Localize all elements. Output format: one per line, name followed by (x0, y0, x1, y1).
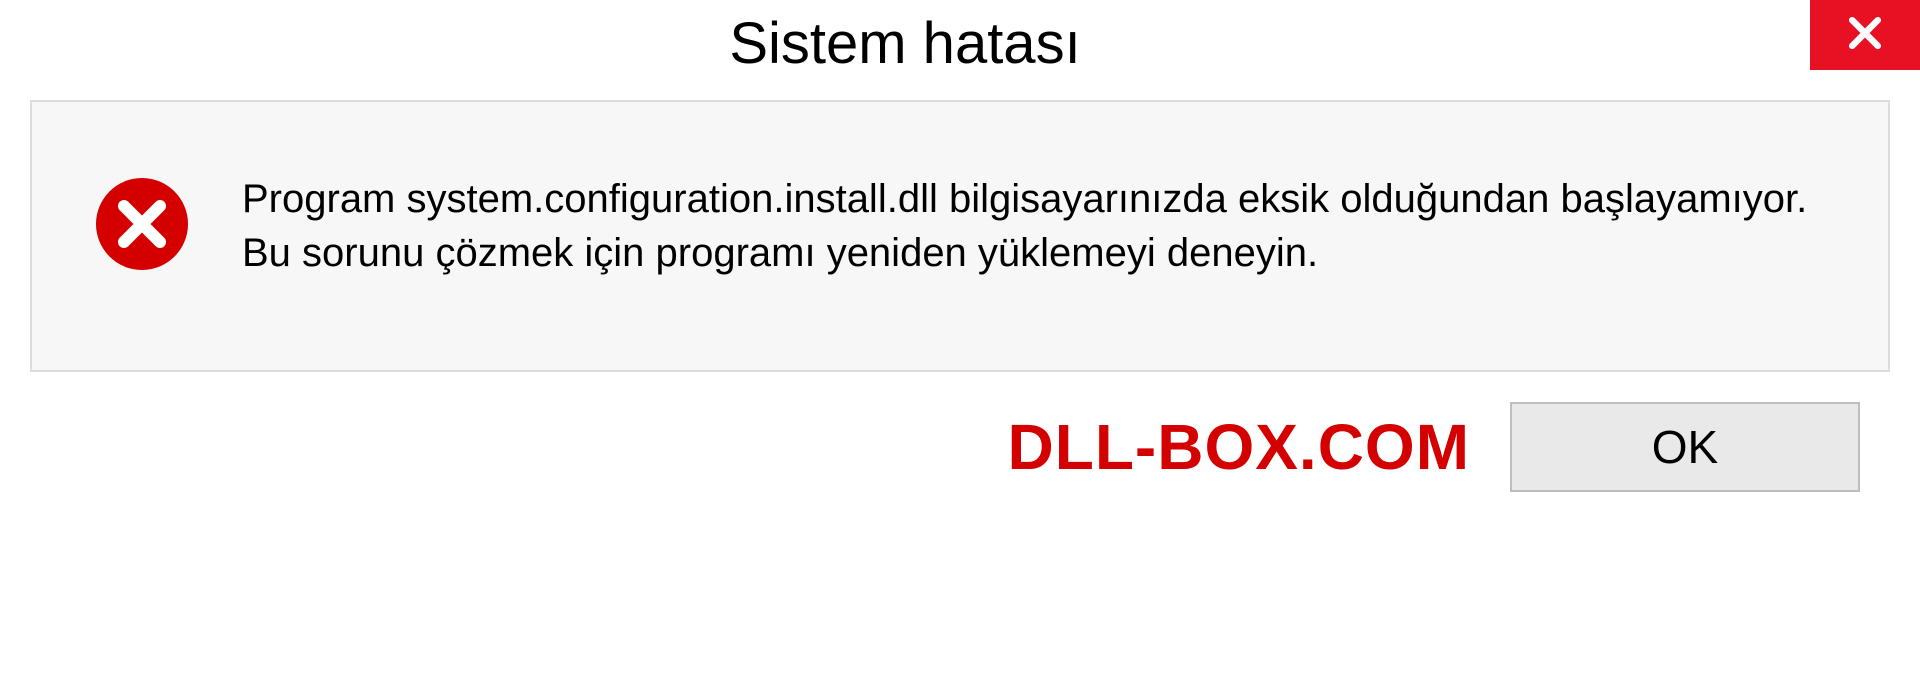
message-panel: Program system.configuration.install.dll… (30, 100, 1890, 372)
close-icon (1843, 11, 1887, 60)
close-button[interactable] (1810, 0, 1920, 70)
title-bar: Sistem hatası (0, 0, 1920, 90)
dialog-title: Sistem hatası (0, 0, 1810, 77)
dialog-footer: DLL-BOX.COM OK (0, 372, 1920, 492)
ok-button-label: OK (1652, 420, 1718, 474)
ok-button[interactable]: OK (1510, 402, 1860, 492)
watermark-text: DLL-BOX.COM (1008, 410, 1471, 484)
dialog-message: Program system.configuration.install.dll… (242, 172, 1828, 280)
error-icon (92, 174, 192, 279)
